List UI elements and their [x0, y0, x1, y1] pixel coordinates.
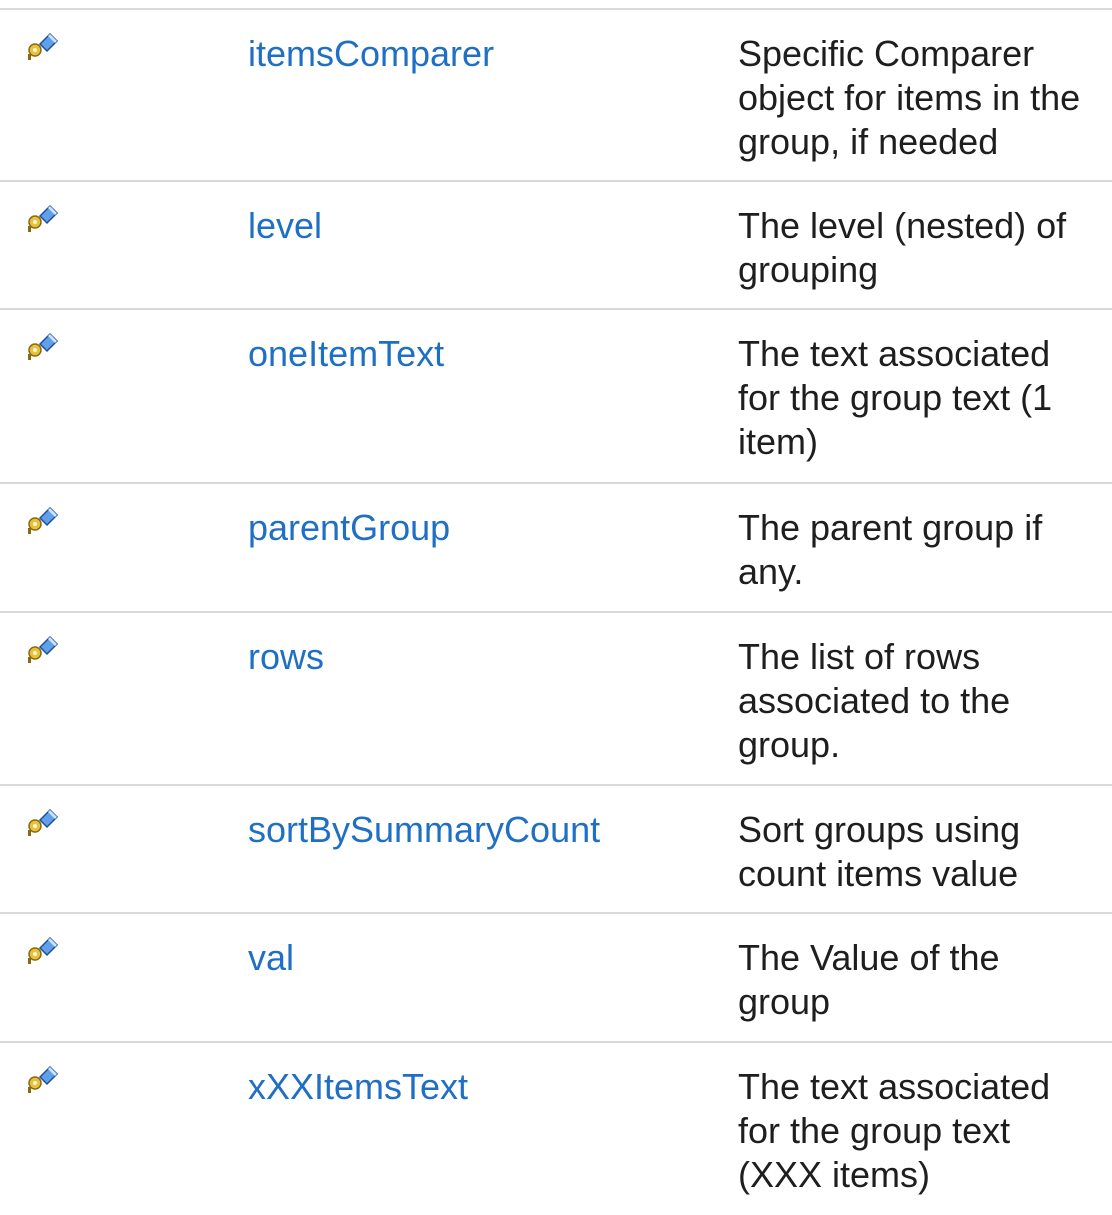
member-link[interactable]: rows [248, 635, 324, 679]
member-description: The list of rows associated to the group… [738, 636, 1011, 765]
member-description: Specific Comparer object for items in th… [738, 33, 1081, 162]
members-table: itemsComparer Specific Comparer object f… [0, 8, 1112, 1208]
member-description: The text associated for the group text (… [738, 1066, 1051, 1195]
field-key-icon [24, 32, 64, 62]
field-key-icon [24, 635, 64, 665]
member-description: Sort groups using count items value [738, 809, 1021, 894]
table-row: sortBySummaryCount Sort groups using cou… [0, 786, 1112, 914]
field-key-icon [24, 506, 64, 536]
field-key-icon [24, 808, 64, 838]
table-row: oneItemText The text associated for the … [0, 310, 1112, 484]
field-key-icon [24, 332, 64, 362]
field-key-icon [24, 936, 64, 966]
field-key-icon [24, 1065, 64, 1095]
member-link[interactable]: itemsComparer [248, 32, 494, 76]
member-link[interactable]: level [248, 204, 322, 248]
table-row: rows The list of rows associated to the … [0, 613, 1112, 786]
member-description: The text associated for the group text (… [738, 333, 1053, 462]
table-row: xXXItemsText The text associated for the… [0, 1043, 1112, 1208]
field-key-icon [24, 204, 64, 234]
member-link[interactable]: xXXItemsText [248, 1065, 468, 1109]
table-row: itemsComparer Specific Comparer object f… [0, 10, 1112, 182]
member-description: The level (nested) of grouping [738, 205, 1067, 290]
member-link[interactable]: parentGroup [248, 506, 450, 550]
member-link[interactable]: val [248, 936, 294, 980]
member-description: The parent group if any. [738, 507, 1043, 592]
member-description: The Value of the group [738, 937, 1000, 1022]
table-row: parentGroup The parent group if any. [0, 484, 1112, 613]
member-link[interactable]: sortBySummaryCount [248, 808, 600, 852]
table-row: val The Value of the group [0, 914, 1112, 1043]
member-link[interactable]: oneItemText [248, 332, 444, 376]
table-row: level The level (nested) of grouping [0, 182, 1112, 310]
